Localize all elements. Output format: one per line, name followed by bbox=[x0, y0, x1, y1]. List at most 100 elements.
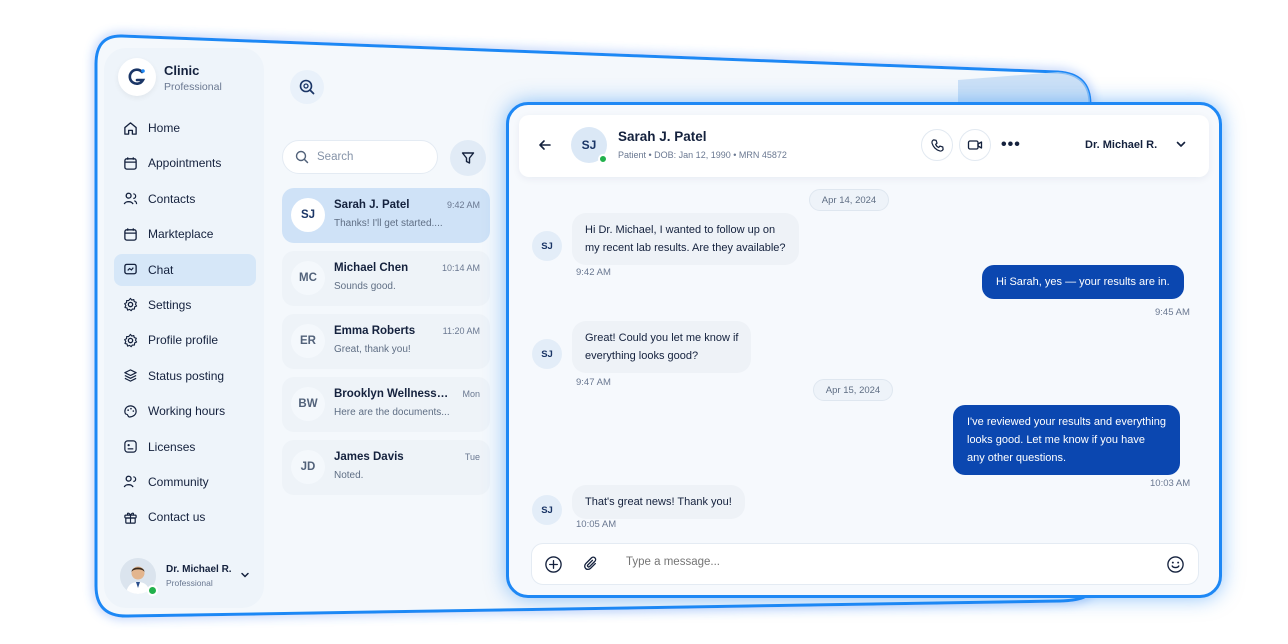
gear-icon bbox=[122, 332, 138, 348]
assigned-doctor[interactable]: Dr. Michael R. bbox=[1085, 139, 1157, 151]
list-item[interactable]: SJ Sarah J. Patel Thanks! I'll get start… bbox=[282, 188, 490, 243]
message-line: Hi Dr. Michael, I wanted to follow up on bbox=[585, 224, 776, 236]
sidebar-item-settings[interactable]: Settings bbox=[114, 289, 256, 321]
list-item[interactable]: ER Emma Roberts Great, thank you! 11:20 … bbox=[282, 314, 490, 369]
sidebar-item-profile[interactable]: Profile profile bbox=[114, 324, 256, 356]
search-icon bbox=[299, 79, 315, 95]
sidebar-item-label: Licenses bbox=[148, 439, 196, 454]
conversation-time: Tue bbox=[464, 452, 480, 462]
search-input[interactable]: Search bbox=[317, 151, 353, 163]
add-icon[interactable] bbox=[544, 555, 563, 579]
chevron-down-icon[interactable] bbox=[1175, 137, 1187, 155]
app-branding: Clinic Professional bbox=[164, 63, 222, 93]
conversation-preview: Noted. bbox=[334, 470, 364, 481]
message-line: Great! Could you let me know if bbox=[585, 332, 739, 344]
search-icon bbox=[295, 150, 309, 164]
sidebar-item-chat[interactable]: Chat bbox=[114, 253, 256, 286]
sidebar-item-working-hours[interactable]: Working hours bbox=[114, 395, 256, 427]
home-icon bbox=[122, 120, 138, 136]
gift-icon bbox=[122, 509, 138, 525]
contact-initials: SJ bbox=[581, 138, 597, 152]
date-separator: Apr 14, 2024 bbox=[809, 189, 889, 211]
layers-icon bbox=[122, 368, 138, 384]
avatar: JD bbox=[291, 450, 325, 484]
chat-icon bbox=[122, 262, 138, 278]
message-outgoing: Hi Sarah, yes — your results are in. bbox=[982, 265, 1184, 299]
sidebar-item-home[interactable]: Home bbox=[114, 112, 256, 144]
video-icon bbox=[967, 140, 983, 150]
app-name: Clinic bbox=[164, 63, 200, 78]
calendar-icon bbox=[122, 155, 138, 171]
sidebar-item-marketplace[interactable]: Markteplace bbox=[114, 218, 256, 250]
avatar: MC bbox=[291, 261, 325, 295]
sidebar-item-licenses[interactable]: Licenses bbox=[114, 431, 256, 463]
message-time: 9:45 AM bbox=[1155, 307, 1190, 318]
online-status-dot bbox=[147, 585, 158, 596]
conversation-name: Sarah J. Patel bbox=[334, 199, 410, 211]
conversation-list: SJ Sarah J. Patel Thanks! I'll get start… bbox=[282, 188, 492, 503]
sidebar-item-label: Community bbox=[148, 474, 209, 489]
conversation-preview: Here are the documents... bbox=[334, 407, 450, 418]
logo-icon bbox=[128, 68, 146, 85]
message-time: 10:05 AM bbox=[576, 519, 617, 530]
global-search-button[interactable] bbox=[290, 70, 324, 104]
conversation-search[interactable]: Search bbox=[282, 140, 438, 174]
gear-icon bbox=[122, 297, 138, 313]
contacts-icon bbox=[122, 191, 138, 207]
emoji-icon[interactable] bbox=[1166, 555, 1185, 579]
sidebar-item-label: Working hours bbox=[148, 404, 226, 419]
message-incoming: Great! Could you let me know if everythi… bbox=[572, 321, 752, 373]
list-item[interactable]: BW Brooklyn Wellness C... Here are the d… bbox=[282, 377, 490, 432]
avatar: SJ bbox=[291, 198, 325, 232]
message-line: I've reviewed your results and everythin… bbox=[967, 416, 1166, 428]
sidebar-item-label: Profile profile bbox=[148, 333, 219, 348]
call-button[interactable] bbox=[921, 129, 953, 161]
conversation-time: 9:42 AM bbox=[446, 200, 480, 210]
conversation-name: Emma Roberts bbox=[334, 325, 416, 337]
sidebar-item-contact-us[interactable]: Contact us bbox=[114, 501, 256, 533]
attachment-icon[interactable] bbox=[582, 555, 601, 579]
sidebar-item-label: Status posting bbox=[148, 368, 225, 383]
list-item[interactable]: JD James Davis Noted. Tue bbox=[282, 440, 490, 495]
sidebar-item-label: Home bbox=[148, 121, 181, 135]
online-status-dot bbox=[598, 154, 608, 164]
chat-header: SJ Sarah J. Patel Patient • DOB: Jan 12,… bbox=[519, 115, 1209, 177]
conversation-name: James Davis bbox=[334, 451, 404, 463]
message-outgoing: I've reviewed your results and everythin… bbox=[953, 405, 1180, 475]
user-role: Professional bbox=[166, 578, 213, 588]
back-arrow-icon[interactable] bbox=[537, 137, 553, 158]
sidebar-item-label: Settings bbox=[148, 297, 192, 312]
list-item[interactable]: MC Michael Chen Sounds good. 10:14 AM bbox=[282, 251, 490, 306]
message-line: any other questions. bbox=[967, 452, 1067, 464]
sidebar-item-community[interactable]: Community bbox=[114, 466, 256, 498]
message-line: everything looks good? bbox=[585, 350, 699, 362]
message-line: That's great news! Thank you! bbox=[585, 496, 732, 508]
contact-name: Sarah J. Patel bbox=[618, 129, 707, 144]
conversation-time: 11:20 AM bbox=[442, 326, 480, 336]
sidebar-item-label: Contacts bbox=[148, 191, 196, 206]
filter-icon bbox=[461, 152, 475, 164]
message-input[interactable] bbox=[626, 556, 1126, 568]
message-line: Hi Sarah, yes — your results are in. bbox=[996, 276, 1170, 288]
message-line: looks good. Let me know if you have bbox=[967, 434, 1145, 446]
sidebar-nav: Home Appointments Contacts Markteplace C… bbox=[114, 112, 256, 537]
sidebar-item-status-posting[interactable]: Status posting bbox=[114, 360, 256, 392]
sidebar: Clinic Professional Home Appointments Co… bbox=[104, 48, 264, 608]
avatar: ER bbox=[291, 324, 325, 358]
conversation-time: 10:14 AM bbox=[441, 263, 480, 273]
chevron-down-icon[interactable] bbox=[240, 567, 250, 585]
conversation-name: Brooklyn Wellness C... bbox=[334, 388, 450, 400]
conversation-time: Mon bbox=[462, 389, 480, 399]
license-icon bbox=[122, 439, 138, 455]
more-options-icon[interactable]: ••• bbox=[1001, 136, 1021, 154]
filter-button[interactable] bbox=[450, 140, 486, 176]
conversation-preview: Great, thank you! bbox=[334, 344, 411, 355]
message-composer bbox=[531, 543, 1199, 585]
video-call-button[interactable] bbox=[959, 129, 991, 161]
current-user-card[interactable]: Dr. Michael R. Professional bbox=[114, 554, 256, 598]
sidebar-item-contacts[interactable]: Contacts bbox=[114, 183, 256, 215]
sidebar-item-appointments[interactable]: Appointments bbox=[114, 147, 256, 179]
sidebar-item-label: Contact us bbox=[148, 510, 206, 525]
avatar: BW bbox=[291, 387, 325, 421]
avatar: SJ bbox=[571, 127, 608, 164]
